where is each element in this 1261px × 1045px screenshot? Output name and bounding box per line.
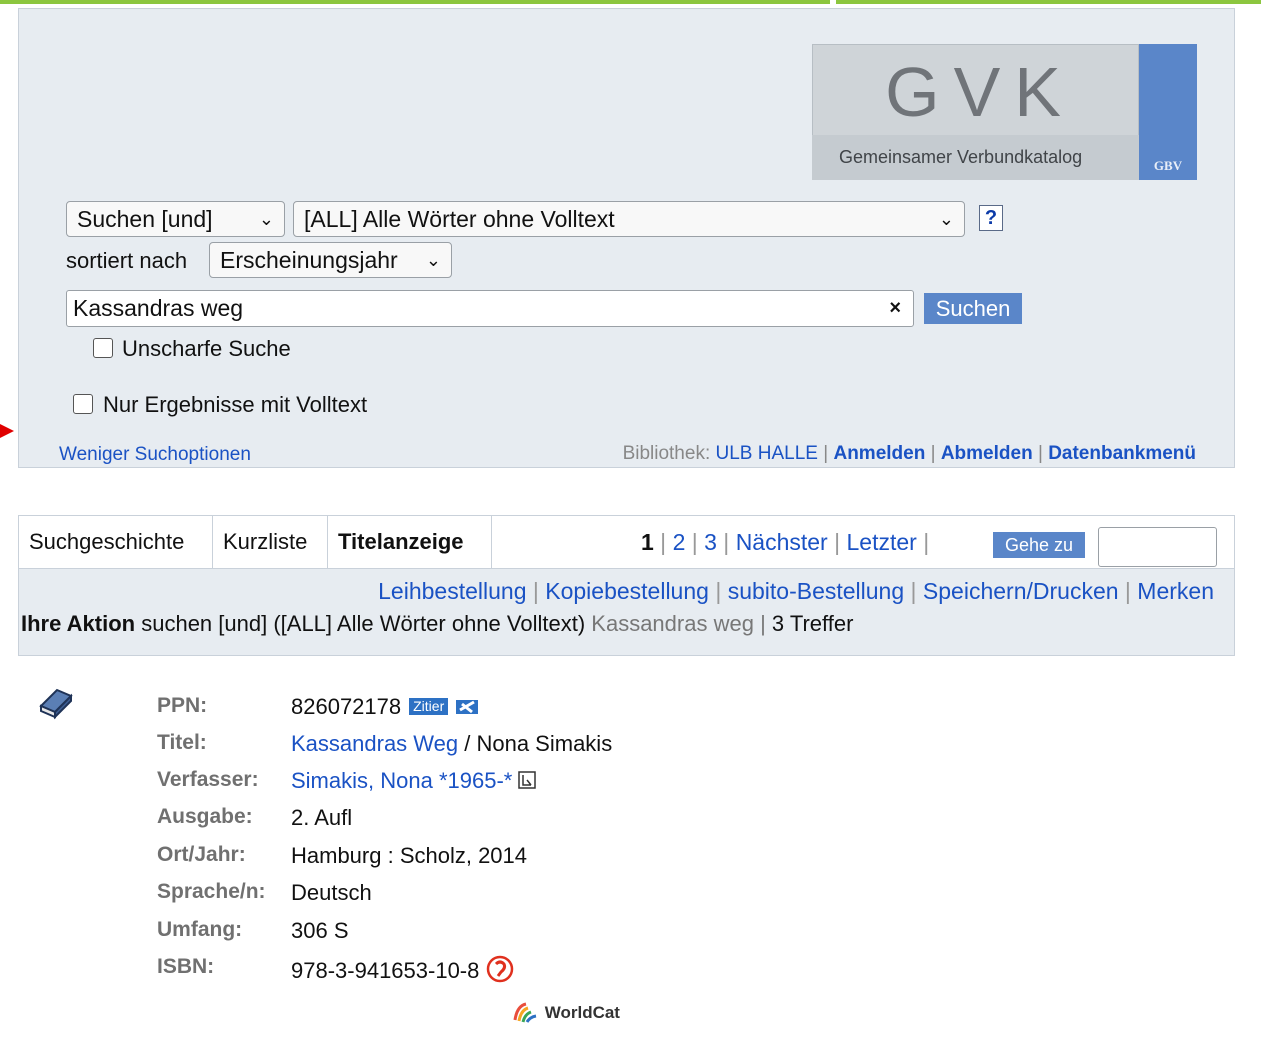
sort-label: sortiert nach [66,248,188,273]
isbn-value: 978-3-941653-10-8 [291,958,480,983]
copy-order-link[interactable]: Kopiebestellung [545,578,709,604]
fuzzy-search-label: Unscharfe Suche [122,336,291,361]
search-panel: GVK Gemeinsamer Verbundkatalog GBV Suche… [18,8,1235,468]
loan-order-link[interactable]: Leihbestellung [378,578,526,604]
tab-search-history[interactable]: Suchgeschichte [19,516,213,568]
save-print-link[interactable]: Speichern/Drucken [923,578,1119,604]
link-icon [456,700,479,714]
ppn-value: 826072178 [291,694,402,719]
logo-title: GVK [885,53,1075,131]
fuzzy-search-checkbox[interactable] [93,338,113,358]
next-page-link[interactable]: Nächster [736,529,828,555]
operator-value: Suchen [und] [77,206,213,232]
fulltext-label: Nur Ergebnisse mit Volltext [103,392,368,417]
help-icon[interactable]: ? [979,205,1003,231]
login-link[interactable]: Anmelden [833,443,925,464]
gbv-badge: GBV [1153,158,1183,173]
clear-icon[interactable]: × [889,291,901,326]
hit-count: 3 Treffer [771,611,854,636]
zitier-button[interactable]: Zitier [409,698,449,715]
goto-button[interactable]: Gehe zu [993,532,1085,558]
authority-record-icon[interactable] [518,771,537,789]
result-navigation: Suchgeschichte Kurzliste Titelanzeige 1 … [18,515,1235,656]
chevron-down-icon: ⌄ [258,209,274,229]
field-value: [ALL] Alle Wörter ohne Volltext [304,206,615,232]
author-link[interactable]: Simakis, Nona *1965-* [291,768,512,793]
isbn-lookup-icon[interactable] [486,955,514,983]
goto-input[interactable] [1098,527,1217,567]
red-arrow-marker [0,424,14,438]
field-select[interactable]: [ALL] Alle Wörter ohne Volltext ⌄ [293,201,965,237]
your-action-line: Ihre Aktion suchen [und] ([ALL] Alle Wör… [21,611,854,636]
top-accent-bar [0,0,1261,4]
search-button[interactable]: Suchen [924,293,1022,324]
page-current: 1 [641,529,654,555]
mark-link[interactable]: Merken [1137,578,1214,604]
action-links: Leihbestellung | Kopiebestellung | subit… [378,578,1214,604]
title-link[interactable]: Kassandras Weg [291,731,458,756]
book-icon [37,686,75,725]
pager: 1 | 2 | 3 | Nächster | Letzter | [641,529,930,555]
tab-bar: Suchgeschichte Kurzliste Titelanzeige 1 … [18,515,1235,569]
library-line: Bibliothek: ULB HALLE | Anmelden | Abmel… [622,443,1196,464]
action-bar: Leihbestellung | Kopiebestellung | subit… [18,569,1235,656]
tab-title-display[interactable]: Titelanzeige [328,516,492,568]
last-page-link[interactable]: Letzter [847,529,917,555]
subito-order-link[interactable]: subito-Bestellung [728,578,904,604]
chevron-down-icon: ⌄ [425,250,441,270]
gvk-logo[interactable]: GVK Gemeinsamer Verbundkatalog GBV [812,44,1197,180]
tab-short-list[interactable]: Kurzliste [213,516,328,568]
page-3-link[interactable]: 3 [704,529,717,555]
logo-subtitle: Gemeinsamer Verbundkatalog [812,135,1139,180]
search-input[interactable]: Kassandras weg × [66,290,914,327]
fulltext-checkbox[interactable] [73,394,93,414]
page-2-link[interactable]: 2 [673,529,686,555]
worldcat-link[interactable]: WorldCat [512,1000,620,1024]
library-link[interactable]: ULB HALLE [716,443,818,464]
search-query: Kassandras weg [73,295,244,321]
operator-select[interactable]: Suchen [und] ⌄ [66,201,285,237]
worldcat-logo-icon [513,1002,537,1023]
database-menu-link[interactable]: Datenbankmenü [1048,443,1196,464]
logout-link[interactable]: Abmelden [941,443,1033,464]
sort-select[interactable]: Erscheinungsjahr ⌄ [209,242,452,278]
fewer-options-link[interactable]: Weniger Suchoptionen [59,444,251,466]
sort-value: Erscheinungsjahr [220,247,398,273]
chevron-down-icon: ⌄ [938,209,954,229]
